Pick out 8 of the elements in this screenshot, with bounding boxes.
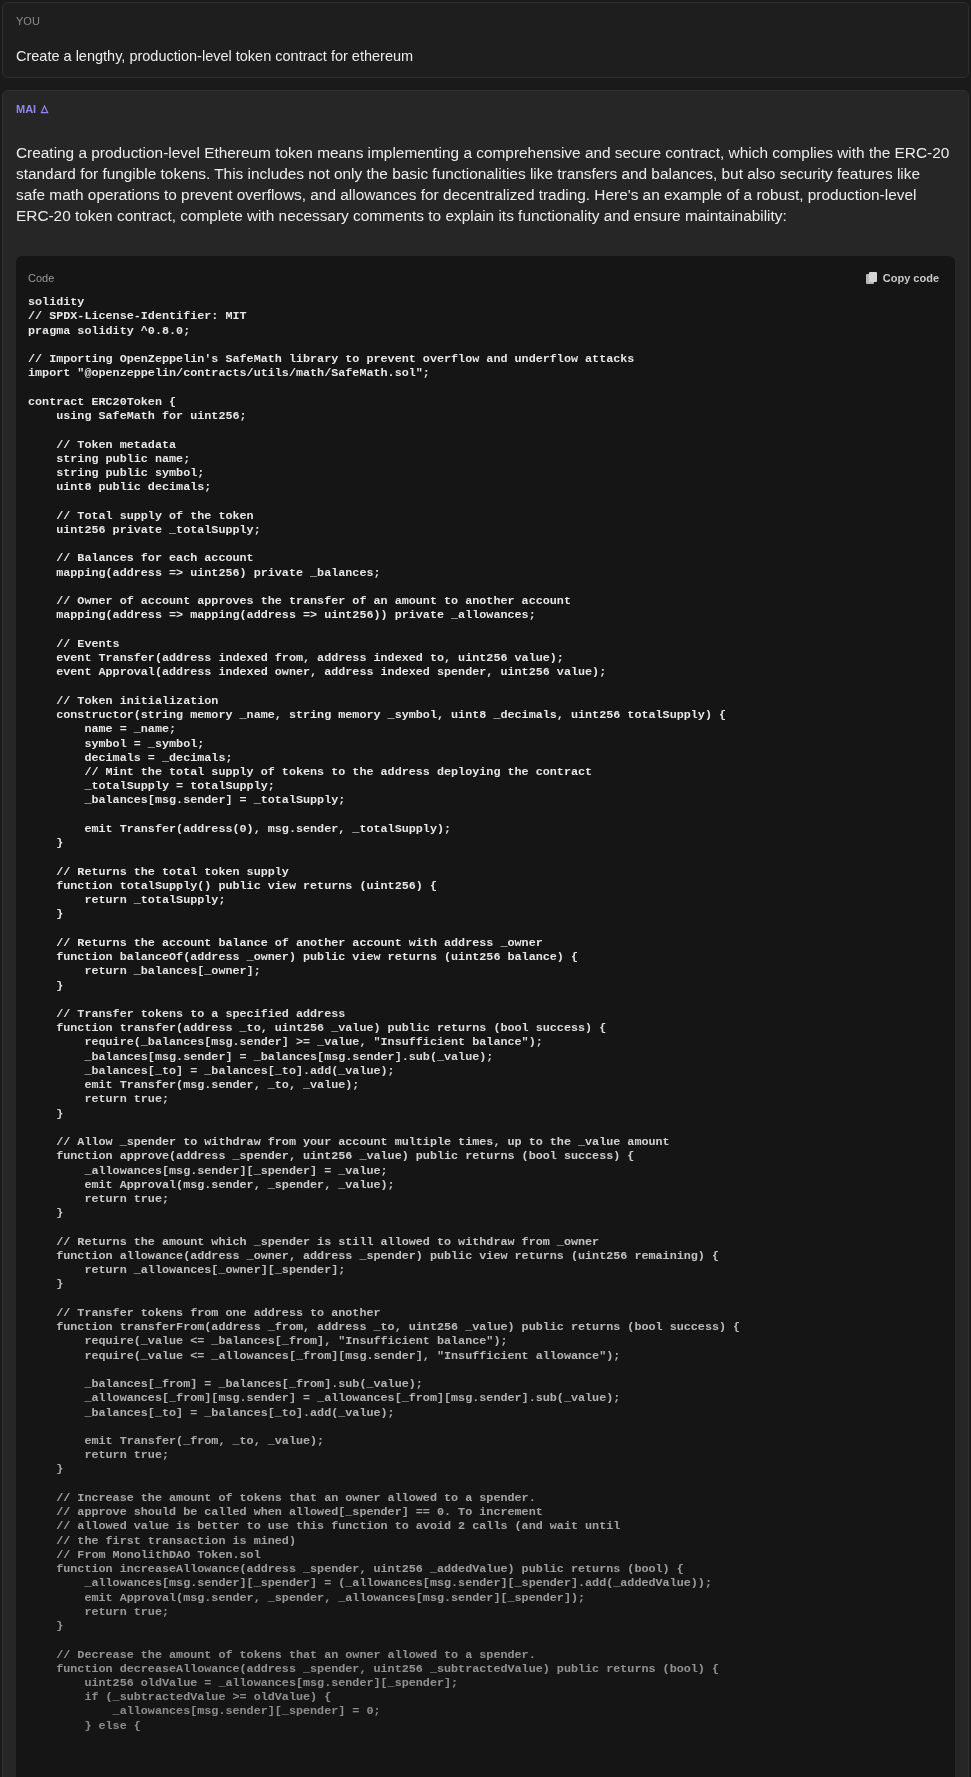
response-paragraph: Creating a production-level Ethereum token means implementing a comprehensive and secure contract, which complies with the ERC-20 standard for fungible tokens. This includes not only the basic functionalities like transfers and balances, but also security features like safe math operations to prevent overflows, and allowances for decentralized trading. Here's an example of a robust, production-level ERC-20 token contract, complete with necessary comments to explain its functionality and ensure maintainability: bbox=[16, 142, 951, 226]
code-text: solidity // SPDX-License-Identifier: MIT pragma solidity ^0.8.0; // Importing OpenZeppelin's SafeMath library to prevent overflow and underflow attacks import "@openzeppelin/contracts/utils/math/SafeMath.sol"; contract ERC20Token { using SafeMath for uint256; // Token metadata string public name; string public symbol; uint8 public decimals; // Total supply of the token uint256 private _totalSupply; // Balances for each account mapping(address => uint256) private _balances; // Owner of account approves the transfer of an amount to another account mapping(address => mapping(address => uint256)) private _allowances; // Events event Transfer(address indexed from, address indexed to, uint256 value); event Approval(address indexed owner, address indexed spender, uint256 value); // Token initialization constructor(string memory _name, string memory _symbol, uint8 _decimals, uint256 totalSupply) { name = _name; symbol = _symbol; decimals = _decimals; // Mint the total supply of tokens to the address deploying the contract _totalSupply = totalSupply; _balances[msg.sender] = _totalSupply; emit Transfer(address(0), msg.sender, _totalSupply); } // Returns the total token supply function totalSupply() public view returns (uint256) { return _totalSupply; } // Returns the account balance of another account with address _owner function balanceOf(address _owner) public view returns (uint256 balance) { return _balances[_owner]; } // Transfer tokens to a specified address function transfer(address _to, uint256 _value) public returns (bool success) { require(_balances[msg.sender] >= _value, "Insufficient balance"); _balances[msg.sender] = _balances[msg.sender].sub(_value); _balances[_to] = _balances[_to].add(_value); emit Transfer(msg.sender, _to, _value); return true; } // Allow _spender to withdraw from your account multiple times, up to the _value amount function approve(address _spender, uint256 _value) public returns (bool success) { _allowances[msg.sender][_spender] = _value; emit Approval(msg.sender, _spender, _value); return true; } // Returns the amount which _spender is still allowed to withdraw from _owner function allowance(address _owner, address _spender) public view returns (uint256 remaining) { return _allowances[_owner][_spender]; } // Transfer tokens from one address to another function transferFrom(address _from, address _to, uint256 _value) public returns (bool success) { require(_value <= _balances[_from], "Insufficient balance"); require(_value <= _allowances[_from][msg.sender], "Insufficient allowance"); _balances[_from] = _balances[_from].sub(_value); _allowances[_from][msg.sender] = _allowances[_from][msg.sender].sub(_value); _balances[_to] = _balances[_to].add(_value); emit Transfer(_from, _to, _value); return true; } // Increase the amount of tokens that an owner allowed to a spender. // approve should be called when allowed[_spender] == 0. To increment // allowed value is better to use this function to avoid 2 calls (and wait until // the first transaction is mined) // From MonolithDAO Token.sol function increaseAllowance(address _spender, uint256 _addedValue) public returns (bool) { _allowances[msg.sender][_spender] = (_allowances[msg.sender][_spender].add(_addedValue)); emit Approval(msg.sender, _spender, _allowances[msg.sender][_spender]); return true; } // Decrease the amount of tokens that an owner allowed to a spender. function decreaseAllowance(address _spender, uint256 _subtractedValue) public returns (bool) { uint256 oldValue = _allowances[msg.sender][_spender]; if (_subtractedValue >= oldValue) { _allowances[msg.sender][_spender] = 0; } else { bbox=[28, 295, 742, 1733]
message-text: Create a lengthy, production-level token contract for ethereum bbox=[16, 46, 415, 66]
code-label: Code bbox=[28, 270, 55, 286]
author-label: YOU bbox=[16, 14, 41, 29]
author-label: MAI bbox=[16, 102, 37, 118]
copy-code-button[interactable]: Copy code bbox=[865, 269, 939, 287]
copy-icon bbox=[865, 272, 877, 284]
